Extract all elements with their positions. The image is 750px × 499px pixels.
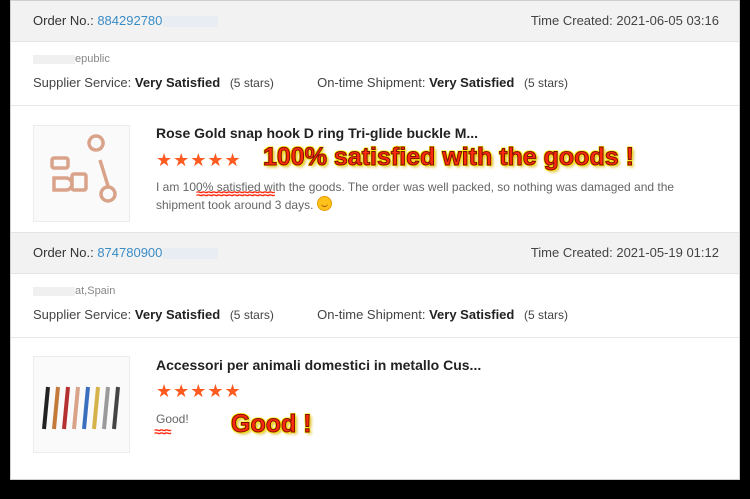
shipment-value: Very Satisfied <box>429 75 515 90</box>
redacted-mask <box>163 248 219 260</box>
order-number-row: Order No.: 884292780 <box>33 13 219 28</box>
order-header: Order No.: 874780900 Time Created: 2021-… <box>11 232 739 274</box>
time-created: Time Created: 2021-05-19 01:12 <box>531 245 719 260</box>
time-created: Time Created: 2021-06-05 03:16 <box>531 13 719 28</box>
time-label: Time Created: <box>530 13 613 28</box>
product-image-icon <box>50 134 117 203</box>
shipment-stars: (5 stars) <box>523 308 568 322</box>
supplier-service-label: Supplier Service: <box>33 75 132 90</box>
supplier-service-label: Supplier Service: <box>33 307 132 322</box>
time-label: Time Created: <box>530 245 613 260</box>
order-number-link[interactable]: 874780900 <box>97 245 162 260</box>
divider <box>11 105 739 106</box>
shipment-label: On-time Shipment: <box>317 75 426 90</box>
supplier-service-stars: (5 stars) <box>229 308 274 322</box>
order-header: Order No.: 884292780 Time Created: 2021-… <box>11 1 739 42</box>
redacted-mask <box>33 286 75 296</box>
location-text: at,Spain <box>75 285 116 297</box>
supplier-service-value: Very Satisfied <box>134 75 221 90</box>
buyer-location: epublic <box>33 53 110 65</box>
order-label: Order No.: <box>33 13 94 28</box>
order-label: Order No.: <box>33 245 94 260</box>
smile-emoji-icon <box>316 196 332 211</box>
service-ratings: Supplier Service: Very Satisfied (5 star… <box>33 75 568 90</box>
redacted-mask <box>163 16 219 28</box>
service-ratings: Supplier Service: Very Satisfied (5 star… <box>33 307 568 322</box>
time-value: 2021-05-19 01:12 <box>616 245 719 260</box>
rating-stars: ★★★★★ <box>156 150 242 170</box>
rating-stars: ★★★★★ <box>156 381 242 401</box>
underline-squiggle: ≈≈≈≈≈≈≈≈≈≈≈≈≈≈≈ <box>196 186 275 201</box>
product-title[interactable]: Accessori per animali domestici in metal… <box>156 357 481 373</box>
buyer-location: at,Spain <box>33 285 115 297</box>
product-thumbnail[interactable] <box>33 356 130 453</box>
divider <box>11 337 739 338</box>
product-title[interactable]: Rose Gold snap hook D ring Tri-glide buc… <box>156 125 478 141</box>
underline-squiggle: ≈≈≈ <box>154 424 171 439</box>
shipment-value: Very Satisfied <box>429 307 515 322</box>
supplier-service-value: Very Satisfied <box>134 307 221 322</box>
order-number-link[interactable]: 884292780 <box>97 13 162 28</box>
supplier-service-stars: (5 stars) <box>229 76 274 90</box>
highlight-annotation: 100% satisfied with the goods ! <box>263 143 635 172</box>
feedback-panel: Order No.: 884292780 Time Created: 2021-… <box>10 0 740 480</box>
redacted-mask <box>33 54 75 64</box>
shipment-stars: (5 stars) <box>523 76 568 90</box>
location-text: epublic <box>75 53 110 65</box>
order-card: Order No.: 884292780 Time Created: 2021-… <box>11 1 739 222</box>
order-card: Order No.: 874780900 Time Created: 2021-… <box>11 232 739 453</box>
highlight-annotation: Good ! <box>231 410 313 439</box>
time-value: 2021-06-05 03:16 <box>616 13 719 28</box>
product-thumbnail[interactable] <box>33 125 130 222</box>
shipment-label: On-time Shipment: <box>317 307 426 322</box>
order-number-row: Order No.: 874780900 <box>33 245 219 260</box>
product-image-icon <box>42 386 120 430</box>
